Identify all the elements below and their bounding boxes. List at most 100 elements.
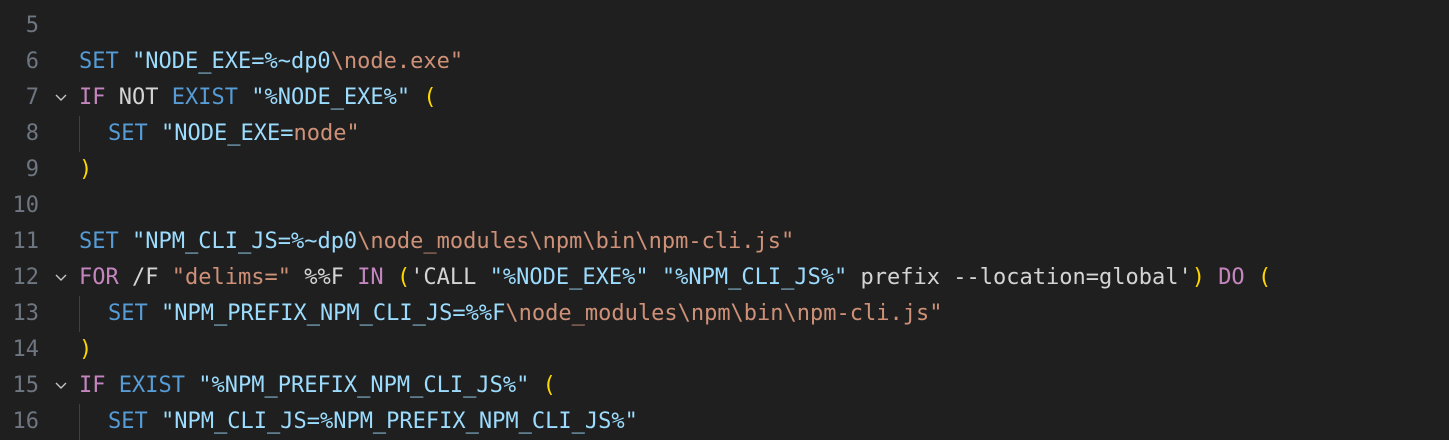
code-token: FOR: [79, 265, 119, 290]
code-token: (: [542, 373, 556, 398]
code-text: SET "NODE_EXE=node": [108, 116, 360, 152]
code-text: SET "NODE_EXE=%~dp0\node.exe": [79, 44, 463, 80]
code-line[interactable]: 16 SET "NPM_CLI_JS=%NPM_PREFIX_NPM_CLI_JS…: [0, 404, 1449, 440]
code-token: \node_modules\npm\bin\npm-cli.js": [505, 301, 943, 326]
line-number: 13: [12, 301, 40, 326]
code-token: SET: [108, 121, 148, 146]
code-line[interactable]: 4 SETLOCAL: [0, 0, 1449, 8]
code-token: SETLOCAL: [79, 0, 185, 2]
line-number: 9: [25, 157, 39, 182]
code-token: SET: [108, 409, 148, 434]
line-number: 16: [12, 409, 40, 434]
code-token: (: [423, 85, 437, 110]
indent-guide: [79, 116, 80, 152]
code-token: EXIST: [171, 85, 238, 110]
code-token: ): [79, 337, 93, 362]
line-number: 11: [12, 229, 40, 254]
code-token: \node.exe": [330, 49, 464, 74]
indent-guide: [79, 404, 80, 440]
code-token: prefix --location=global': [847, 265, 1192, 290]
code-text: SET "NPM_CLI_JS=%NPM_PREFIX_NPM_CLI_JS%": [108, 404, 638, 440]
code-token: (: [396, 265, 411, 290]
code-token: SET: [108, 301, 148, 326]
code-text: SETLOCAL: [79, 0, 185, 8]
line-number: 15: [12, 373, 40, 398]
code-token: IN: [357, 265, 384, 290]
code-editor[interactable]: 4SETLOCAL56SET "NODE_EXE=%~dp0\node.exe"…: [0, 0, 1449, 440]
code-text: ): [79, 152, 92, 188]
code-token: %NPM_PREFIX_NPM_CLI_JS%": [319, 409, 638, 434]
code-token: "%NODE_EXE%": [251, 85, 411, 110]
code-line[interactable]: 5: [0, 8, 1449, 44]
code-token: "%NPM_CLI_JS%": [661, 265, 848, 290]
code-token: "NODE_EXE=: [161, 121, 294, 146]
code-token: SET: [79, 229, 119, 254]
code-token: ): [1191, 265, 1205, 290]
code-token: DO: [1218, 265, 1245, 290]
code-text: IF EXIST "%NPM_PREFIX_NPM_CLI_JS%" (: [79, 368, 556, 404]
line-number: 4: [0, 0, 39, 8]
code-token: "NPM_CLI_JS=: [132, 229, 291, 254]
code-line[interactable]: 13 SET "NPM_PREFIX_NPM_CLI_JS=%%F\node_mo…: [0, 296, 1449, 332]
code-token: 'CALL: [410, 265, 490, 290]
line-number: 10: [12, 193, 40, 218]
code-token: (: [1257, 265, 1272, 290]
code-token: %%F: [290, 265, 358, 290]
code-line[interactable]: 12 FOR /F "delims=" %%F IN ('CALL "%NODE_…: [0, 260, 1449, 296]
code-token: %~dp0: [290, 229, 358, 254]
code-line[interactable]: 11 SET "NPM_CLI_JS=%~dp0\node_modules\npm…: [0, 224, 1449, 260]
code-token: \node_modules\npm\bin\npm-cli.js": [357, 229, 795, 254]
code-line[interactable]: 14): [0, 332, 1449, 368]
code-line[interactable]: 9): [0, 152, 1449, 188]
code-line[interactable]: 15 IF EXIST "%NPM_PREFIX_NPM_CLI_JS%" (: [0, 368, 1449, 404]
code-text: ): [79, 332, 92, 368]
line-number: 14: [12, 337, 40, 362]
fold-chevron-icon[interactable]: [50, 260, 72, 296]
line-number: 7: [25, 85, 39, 110]
code-line[interactable]: 6 SET "NODE_EXE=%~dp0\node.exe": [0, 44, 1449, 80]
code-token: "NPM_CLI_JS=: [161, 409, 320, 434]
code-token: "%NPM_PREFIX_NPM_CLI_JS%": [198, 373, 530, 398]
indent-guide: [79, 296, 80, 332]
code-token: IF: [79, 85, 106, 110]
code-token: %~dp0: [264, 49, 331, 74]
code-line[interactable]: 7 IF NOT EXIST "%NODE_EXE%" (: [0, 80, 1449, 116]
code-token: ): [79, 157, 93, 182]
code-line[interactable]: 10: [0, 188, 1449, 224]
code-token: SET: [79, 49, 119, 74]
fold-chevron-icon[interactable]: [50, 80, 72, 116]
code-token: EXIST: [118, 373, 185, 398]
code-line[interactable]: 8 SET "NODE_EXE=node": [0, 116, 1449, 152]
code-text: IF NOT EXIST "%NODE_EXE%" (: [79, 80, 437, 116]
code-token: IF: [79, 373, 106, 398]
code-text: FOR /F "delims=" %%F IN ('CALL "%NODE_EX…: [79, 260, 1271, 296]
line-number: 8: [25, 121, 39, 146]
code-text: SET "NPM_CLI_JS=%~dp0\node_modules\npm\b…: [79, 224, 794, 260]
line-number: 6: [25, 49, 39, 74]
code-token: "NPM_PREFIX_NPM_CLI_JS=: [161, 301, 466, 326]
code-token: %%F: [465, 301, 506, 326]
fold-chevron-icon[interactable]: [50, 368, 72, 404]
code-token: node": [293, 121, 360, 146]
code-token: "%NODE_EXE%": [489, 265, 649, 290]
code-token: /F: [118, 265, 172, 290]
line-number: 12: [12, 265, 40, 290]
code-text: SET "NPM_PREFIX_NPM_CLI_JS=%%F\node_modu…: [108, 296, 942, 332]
code-token: NOT: [105, 85, 172, 110]
code-token: "delims=": [171, 265, 291, 290]
line-number: 5: [25, 13, 39, 38]
